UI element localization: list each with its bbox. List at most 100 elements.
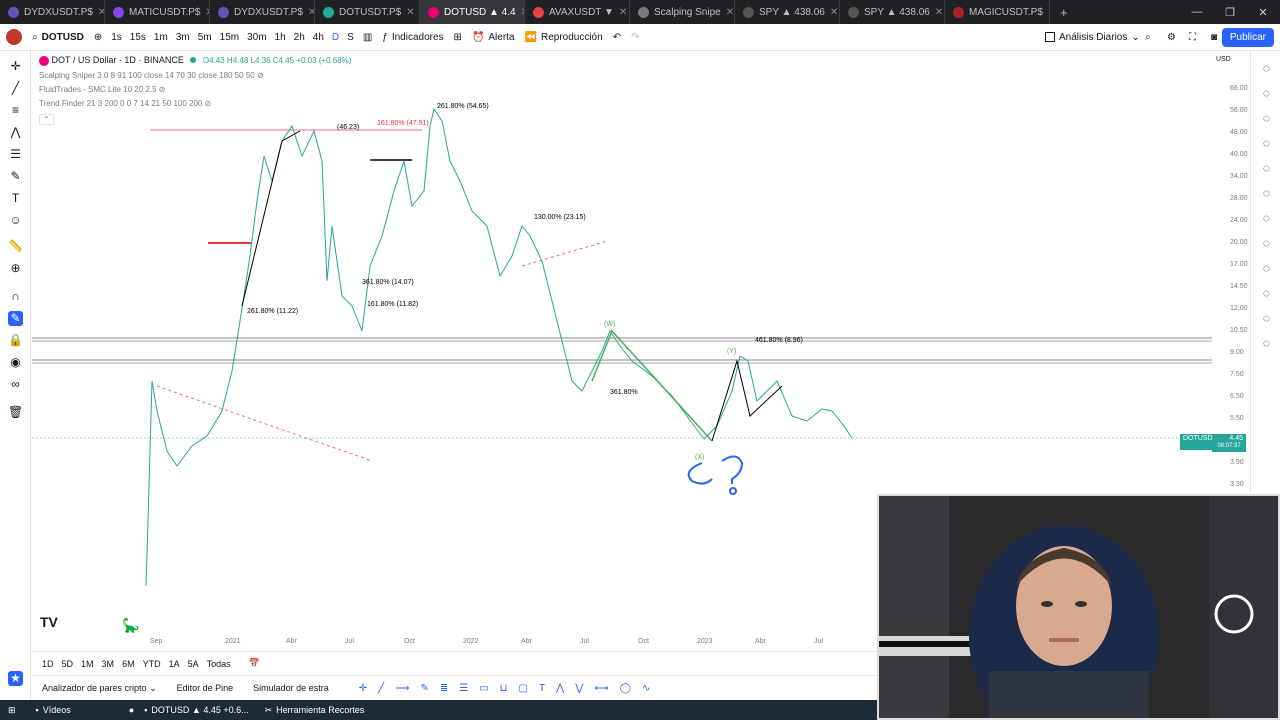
interval-4h[interactable]: 4h [309, 24, 328, 51]
elliott-icon[interactable]: ⋁ [575, 683, 583, 694]
templates-icon[interactable]: ⊞ [449, 24, 467, 51]
trendline-icon[interactable]: ╱ [8, 81, 23, 96]
interval-5m[interactable]: 5m [194, 24, 216, 51]
link-icon[interactable]: ∞ [8, 377, 23, 392]
range-1M[interactable]: 1M [81, 659, 94, 669]
brush-icon[interactable]: ✎ [420, 683, 428, 694]
camera-icon[interactable]: ◙ [1206, 24, 1222, 51]
close-tab-icon[interactable]: ✕ [406, 7, 414, 18]
interval-15m[interactable]: 15m [216, 24, 243, 51]
hotlist-icon[interactable]: ◌ [1259, 136, 1274, 151]
fib-icon[interactable]: ≡ [8, 103, 23, 118]
browser-tab[interactable]: SPY ▲ 438.06 ✕ [735, 0, 840, 24]
comment-icon[interactable]: ▢ [518, 683, 527, 694]
pattern-icon[interactable]: ⋀ [556, 683, 564, 694]
minimize-icon[interactable]: — [1180, 0, 1214, 24]
indicators-button[interactable]: ƒ Indicadores [377, 24, 448, 51]
channel-icon[interactable]: ☰ [8, 147, 23, 162]
indicator-legend-1[interactable]: Scalping Sniper 3.0 8 91 100 close 14 70… [39, 71, 264, 80]
arrow-icon[interactable]: ⟷ [594, 683, 608, 694]
ideas-icon[interactable]: ◌ [1259, 186, 1274, 201]
browser-tab[interactable]: MAGICUSDT.P$✕ [945, 0, 1050, 24]
zoom-icon[interactable]: ⊕ [8, 261, 23, 276]
publish-button[interactable]: Publicar [1221, 28, 1274, 47]
browser-icon[interactable]: ● [129, 705, 134, 715]
symbol-search[interactable]: ⌕ DOTUSD [27, 24, 89, 51]
stay-drawing-icon[interactable]: ✎ [8, 311, 23, 326]
brush-icon[interactable]: ✎ [8, 169, 23, 184]
range-5A[interactable]: 5A [188, 659, 199, 669]
browser-tab[interactable]: DYDXUSDT.P$✕ [210, 0, 315, 24]
chats-icon[interactable]: ◌ [1259, 236, 1274, 251]
browser-tab[interactable]: DOTUSD ▲ 4.4✕ [420, 0, 525, 24]
tab-strategy-tester[interactable]: Simulador de estra [243, 683, 339, 693]
lock-icon[interactable]: 🔒 [8, 333, 23, 348]
close-tab-icon[interactable]: ✕ [830, 7, 838, 18]
browser-tab[interactable]: DOTUSDT.P$ ✕ [315, 0, 420, 24]
layout-button[interactable]: Análisis Diarios ⌄ [1040, 24, 1145, 51]
eye-hidden-icon[interactable]: ⊘ [159, 85, 166, 94]
close-tab-icon[interactable]: ✕ [935, 7, 943, 18]
undo-icon[interactable]: ↶ [608, 24, 626, 51]
browser-tab[interactable]: AVAXUSDT ▼ ✕ [525, 0, 630, 24]
range-3M[interactable]: 3M [102, 659, 115, 669]
range-1D[interactable]: 1D [42, 659, 54, 669]
maximize-icon[interactable]: ❐ [1213, 0, 1247, 24]
text-icon[interactable]: T [8, 191, 23, 206]
range-YTD[interactable]: YTD [143, 659, 161, 669]
browser-tab[interactable]: DYDXUSDT.P$✕ [0, 0, 105, 24]
object-tree-icon[interactable]: ★ [8, 671, 23, 686]
browser-tab[interactable]: MATICUSDT.P$✕ [105, 0, 210, 24]
range-Todas[interactable]: Todas [207, 659, 231, 669]
magnet-icon[interactable]: ∩ [8, 289, 23, 304]
browser-tab[interactable]: Scalping Snipe ✕ [630, 0, 735, 24]
eye-hidden-icon[interactable]: ⊘ [257, 71, 264, 80]
path-icon[interactable]: ∿ [642, 683, 650, 694]
browser-tab[interactable]: SPY ▲ 438.06 ✕ [840, 0, 945, 24]
data-window-icon[interactable]: ◌ [1259, 111, 1274, 126]
close-window-icon[interactable]: ✕ [1246, 0, 1280, 24]
calendar-icon[interactable]: ◌ [1259, 161, 1274, 176]
close-tab-icon[interactable]: ✕ [619, 7, 627, 18]
notifications-icon[interactable]: ◌ [1259, 261, 1274, 276]
quick-search-icon[interactable]: ⌕ [1140, 24, 1156, 51]
interval-D[interactable]: D [328, 24, 343, 51]
new-tab-icon[interactable]: + [1050, 5, 1078, 20]
text-icon[interactable]: T [539, 683, 545, 694]
indicator-legend-2[interactable]: FluidTrades - SMC Lite 10 20 2.5 ⊘ [39, 85, 165, 94]
add-symbol-icon[interactable]: ⊕ [89, 24, 107, 51]
chart-type-icon[interactable]: ▥ [358, 24, 377, 51]
order-panel-icon[interactable]: ◌ [1259, 311, 1274, 326]
interval-1s[interactable]: 1s [107, 24, 126, 51]
fib-icon[interactable]: ≣ [440, 683, 448, 694]
streams-icon[interactable]: ◌ [1259, 211, 1274, 226]
measure-icon[interactable]: ⊔ [500, 683, 508, 694]
interval-15s[interactable]: 15s [126, 24, 150, 51]
interval-S[interactable]: S [343, 24, 358, 51]
ruler-icon[interactable]: 📏 [8, 239, 23, 254]
interval-1h[interactable]: 1h [271, 24, 290, 51]
help-icon[interactable]: ◌ [1259, 286, 1274, 301]
user-avatar[interactable] [0, 24, 27, 51]
trash-icon[interactable]: 🗑 [8, 405, 23, 420]
interval-30m[interactable]: 30m [243, 24, 270, 51]
emoji-icon[interactable]: ☺ [8, 213, 23, 228]
range-6M[interactable]: 6M [122, 659, 135, 669]
pattern-icon[interactable]: ⋀ [8, 125, 23, 140]
channel-icon[interactable]: ☰ [459, 683, 468, 694]
eye-hidden-icon[interactable]: ⊘ [205, 99, 212, 108]
replay-button[interactable]: ⏪ Reproducción [520, 24, 608, 51]
watchlist-icon[interactable]: ◌ [1259, 61, 1274, 76]
taskbar-item-videos[interactable]: ▪ Vídeos [36, 705, 71, 715]
tab-pair-analyzer[interactable]: Analizador de pares cripto ⌄ [32, 683, 167, 694]
collapse-legend-icon[interactable]: ⌃ [39, 114, 54, 125]
rectangle-icon[interactable]: ▭ [479, 683, 488, 694]
close-tab-icon[interactable]: ✕ [308, 7, 314, 18]
ellipse-icon[interactable]: ◯ [620, 683, 631, 694]
alerts-icon[interactable]: ◌ [1259, 86, 1274, 101]
redo-icon[interactable]: ↷ [626, 24, 644, 51]
close-tab-icon[interactable]: ✕ [726, 7, 734, 18]
settings-icon[interactable]: ⚙ [1162, 24, 1181, 51]
range-1A[interactable]: 1A [169, 659, 180, 669]
news-icon[interactable]: ◌ [1259, 336, 1274, 351]
